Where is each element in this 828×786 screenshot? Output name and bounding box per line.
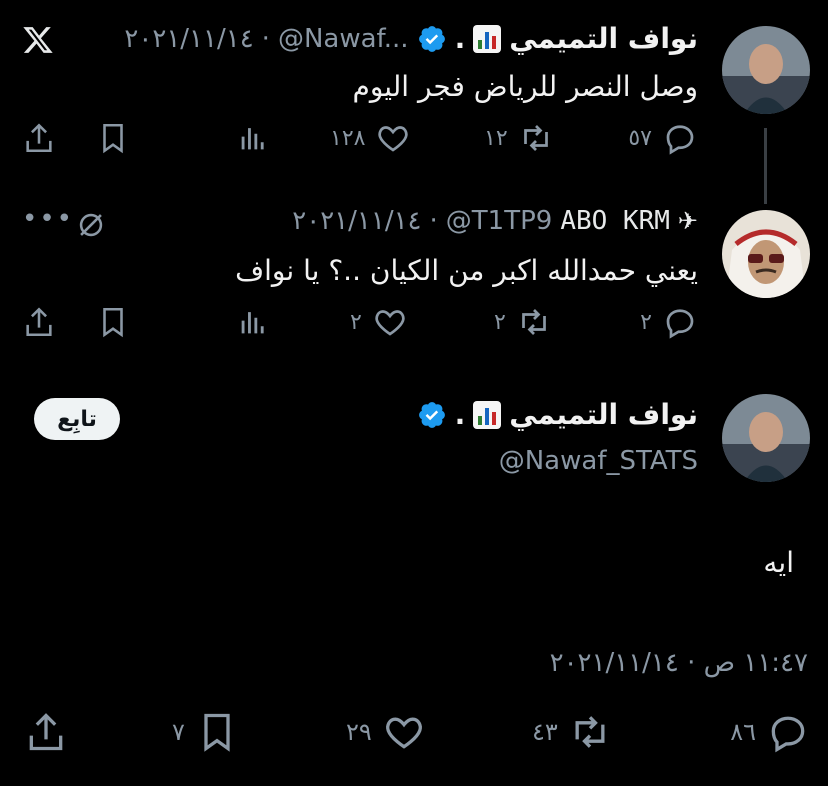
bookmark-count: ٧ — [172, 718, 185, 746]
name-suffix: . — [454, 22, 466, 55]
plane-icon: ✈ — [677, 207, 698, 235]
views-action[interactable] — [236, 120, 270, 160]
tweet-date[interactable]: ٢٠٢١/١١/١٤ — [124, 24, 253, 54]
like-action[interactable]: ٢٩ — [346, 710, 426, 754]
like-count: ١٢٨ — [330, 125, 366, 151]
grok-icon[interactable] — [74, 208, 108, 246]
bookmark-action[interactable]: ٧ — [172, 710, 239, 754]
handle[interactable]: @Nawaf... — [278, 24, 409, 54]
main-tweet-text: ايه — [763, 546, 794, 579]
verified-badge-icon — [418, 401, 445, 428]
reply-count: ٥٧ — [628, 125, 652, 151]
display-name[interactable]: ABO KRM — [560, 206, 670, 236]
like-count: ٢ — [350, 309, 362, 335]
main-tweet-header: نواف التميمي . — [417, 398, 698, 431]
share-icon — [26, 307, 52, 337]
heart-icon — [378, 126, 409, 152]
retweet-count: ٤٣ — [532, 718, 558, 746]
share-icon — [29, 713, 63, 751]
like-action[interactable]: ٢ — [350, 304, 408, 340]
retweet-count: ١٢ — [484, 125, 508, 151]
like-action[interactable]: ١٢٨ — [330, 120, 411, 156]
share-action[interactable] — [24, 710, 68, 758]
bookmark-icon — [204, 713, 230, 752]
avatar[interactable] — [722, 26, 810, 114]
bar-chart-emoji-icon — [473, 400, 502, 429]
x-logo-icon[interactable] — [22, 24, 54, 60]
reply-count: ٨٦ — [730, 718, 756, 746]
retweet-action[interactable]: ٤٣ — [532, 710, 612, 754]
tweet-text: يعني حمدالله اكبر من الكيان ..؟ يا نواف — [235, 254, 698, 287]
bar-chart-emoji-icon — [473, 24, 502, 53]
reply-count: ٢ — [640, 309, 652, 335]
avatar[interactable] — [722, 394, 810, 482]
bookmark-icon — [103, 307, 123, 338]
more-options-icon[interactable]: ••• — [22, 204, 74, 234]
dot-separator: · — [429, 206, 438, 236]
views-icon — [241, 128, 264, 150]
retweet-icon — [575, 716, 605, 748]
verified-badge-icon — [418, 25, 445, 52]
retweet-count: ٢ — [494, 309, 506, 335]
reply-action[interactable]: ٨٦ — [730, 710, 810, 754]
reply-action[interactable]: ٢ — [640, 304, 698, 340]
share-icon — [26, 123, 52, 153]
bookmark-action[interactable] — [96, 120, 130, 160]
avatar[interactable] — [722, 210, 810, 298]
name-suffix: . — [454, 398, 466, 431]
display-name[interactable]: نواف التميمي — [509, 398, 698, 431]
tweet-header: نواف التميمي . @Nawaf... · ٢٠٢١/١١/١٤ — [124, 22, 698, 55]
bookmark-action[interactable] — [96, 304, 130, 344]
share-action[interactable] — [22, 120, 56, 160]
display-name[interactable]: نواف التميمي — [509, 22, 698, 55]
dot-separator: · — [261, 23, 270, 54]
retweet-icon — [523, 125, 548, 151]
retweet-action[interactable]: ٢ — [494, 304, 552, 340]
reply-icon — [771, 716, 805, 753]
retweet-action[interactable]: ١٢ — [484, 120, 554, 156]
tweet-header: ✈ ABO KRM @T1TP9 · ٢٠٢١/١١/١٤ — [292, 206, 698, 236]
handle[interactable]: @Nawaf_STATS — [499, 446, 698, 476]
thread-line — [764, 128, 767, 204]
main-tweet-timestamp[interactable]: ١١:٤٧ ص · ٢٠٢١/١١/١٤ — [550, 648, 808, 678]
reply-icon — [666, 309, 694, 339]
views-icon — [241, 312, 264, 334]
follow-button[interactable]: تابِع — [34, 398, 120, 440]
handle[interactable]: @T1TP9 — [446, 206, 553, 236]
like-count: ٢٩ — [346, 718, 372, 746]
heart-icon — [375, 310, 405, 336]
views-action[interactable] — [236, 304, 270, 344]
bookmark-icon — [103, 123, 123, 154]
heart-icon — [385, 717, 422, 749]
share-action[interactable] — [22, 304, 56, 344]
reply-icon — [666, 125, 694, 155]
retweet-icon — [521, 309, 546, 335]
tweet-date[interactable]: ٢٠٢١/١١/١٤ — [292, 206, 421, 236]
tweet-text: وصل النصر للرياض فجر اليوم — [352, 70, 699, 103]
reply-action[interactable]: ٥٧ — [628, 120, 698, 156]
